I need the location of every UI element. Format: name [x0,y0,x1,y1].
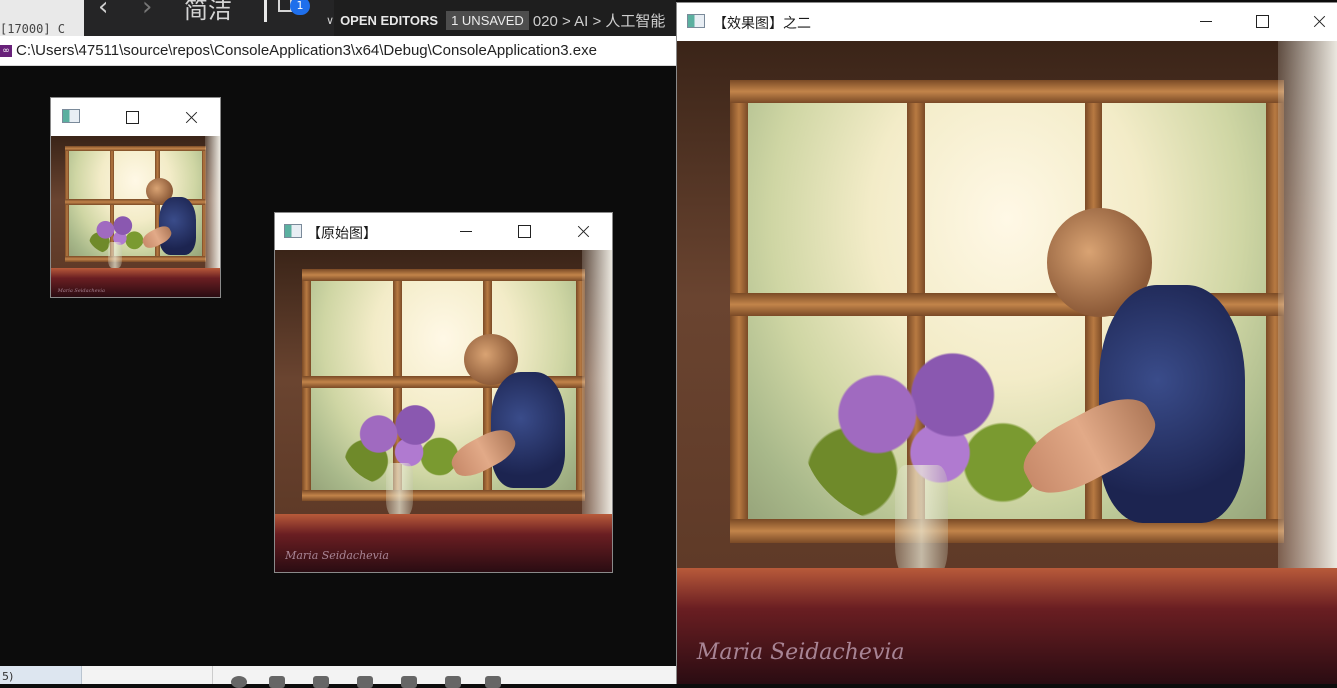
effect-photo: Maria Seidachevia [677,41,1337,684]
small-image-window[interactable]: Maria Seidachevia [50,97,221,298]
original-photo: Maria Seidachevia [275,250,612,572]
photo-signature: Maria Seidachevia [57,287,105,294]
status-fragment: 5) [0,666,82,684]
small-photo: Maria Seidachevia [51,136,220,297]
vscode-left-panel: [17000] C [0,0,84,36]
close-button[interactable] [167,117,213,119]
minimize-button[interactable] [1183,21,1229,23]
console-titlebar[interactable]: ∞ C:\Users\47511\source\repos\ConsoleApp… [0,36,676,66]
open-editors-bar: ∨ OPEN EDITORS 1 UNSAVED 020 > AI > 人工智能 [326,8,665,32]
vscode-bottom-strip: 5) [0,666,676,688]
effect-image-window[interactable]: 【效果图】之二 Maria Seidachevia [676,2,1337,684]
circle-icon[interactable] [231,676,247,688]
text-cursor [264,0,267,22]
original-window-titlebar[interactable]: 【原始图】 [275,213,612,250]
app-icon [687,14,705,28]
grid-icon[interactable] [269,676,285,688]
maximize-button[interactable] [501,225,547,238]
app-icon [284,224,302,238]
photo-signature: Maria Seidachevia [696,639,905,665]
minimize-button[interactable] [443,231,489,233]
flag-icon[interactable] [445,676,461,688]
small-window-titlebar[interactable] [51,98,220,136]
photo-signature: Maria Seidachevia [285,549,389,563]
chevron-down-icon[interactable]: ∨ [326,14,334,27]
arrow-icon[interactable] [485,676,501,688]
open-editors-label[interactable]: OPEN EDITORS [340,13,438,28]
original-image-window[interactable]: 【原始图】 Maria Seidachevia [274,212,613,573]
maximize-button[interactable] [1239,15,1285,28]
back-arrow-icon[interactable]: ‹ [98,0,108,22]
forward-arrow-icon[interactable]: › [142,0,152,22]
vscode-nav: ‹ › 简洁 1 [84,0,334,36]
visual-studio-icon: ∞ [0,44,12,57]
close-button[interactable] [559,231,605,233]
close-button[interactable] [1295,21,1337,23]
build-icon[interactable] [401,676,417,688]
breadcrumb[interactable]: 020 > AI > 人工智能 [533,10,666,31]
effect-window-title: 【效果图】之二 [713,15,811,31]
toolbar [212,666,676,688]
vscode-nav-text: 简洁 [184,0,232,24]
folder-icon[interactable] [357,676,373,688]
original-window-title: 【原始图】 [307,225,377,241]
unsaved-badge: 1 UNSAVED [446,10,529,30]
console-title: C:\Users\47511\source\repos\ConsoleAppli… [16,42,597,59]
app-icon [62,109,80,123]
maximize-button[interactable] [109,111,155,125]
vscode-left-fragment: [17000] C [0,22,66,36]
tools-icon[interactable] [313,676,329,688]
explorer-badge: 1 [290,0,310,15]
effect-window-titlebar[interactable]: 【效果图】之二 [677,3,1337,41]
